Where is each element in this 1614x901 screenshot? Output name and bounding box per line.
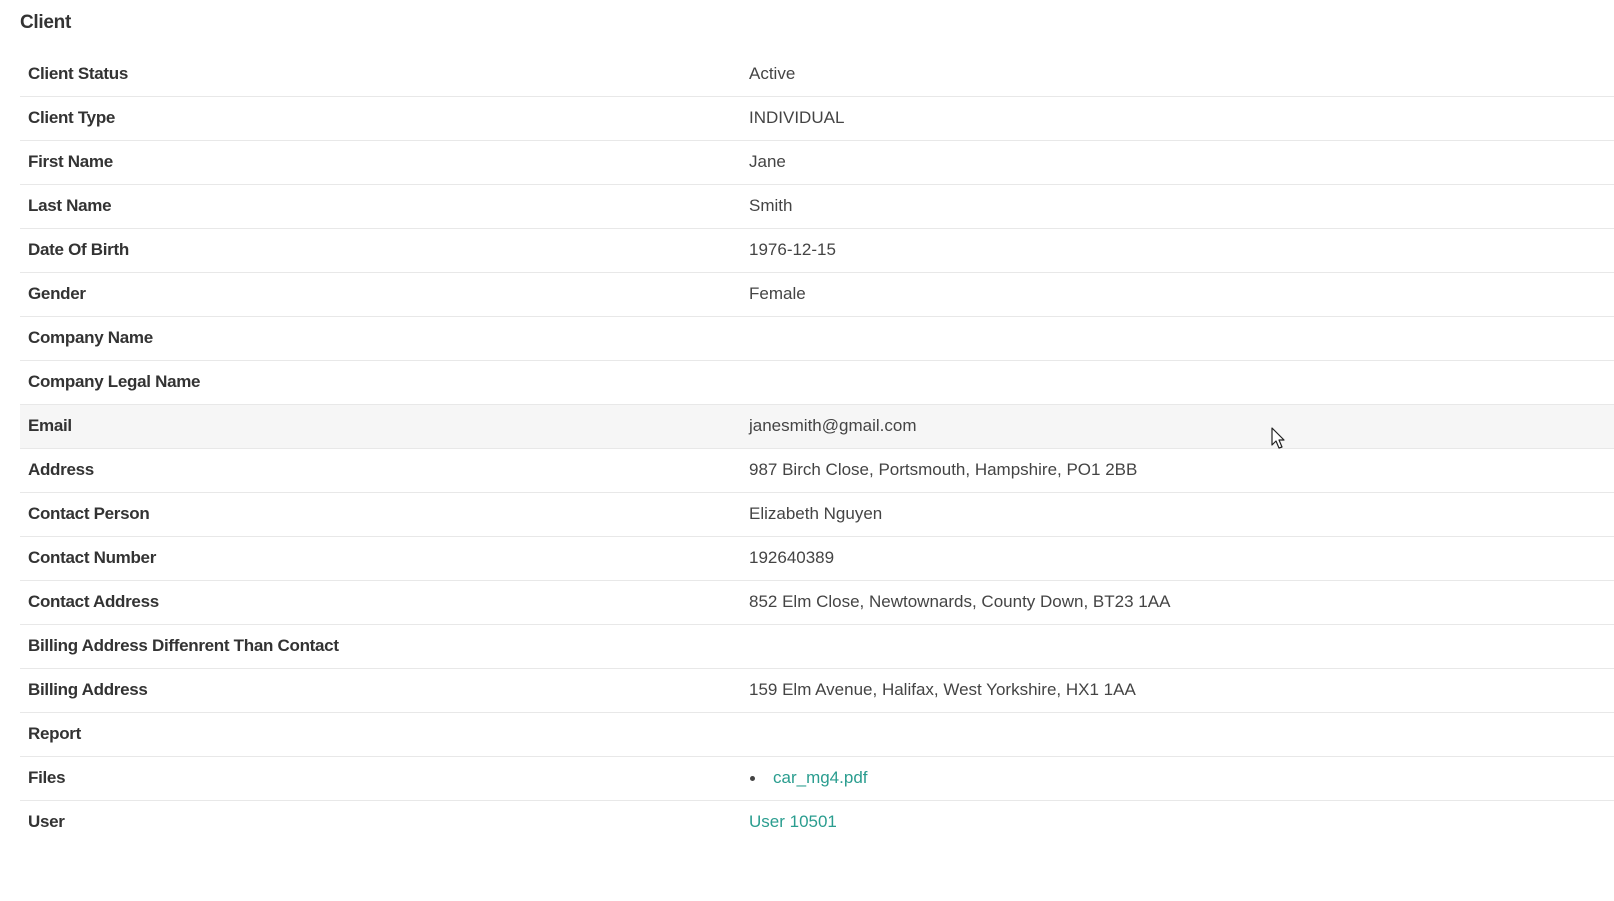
detail-row-report: Report (20, 712, 1614, 757)
user-label: User (28, 812, 65, 832)
first-name-value: Jane (741, 140, 1614, 185)
company-name-value (741, 316, 1614, 361)
detail-row-first-name: First Name Jane (20, 140, 1614, 185)
billing-address-value: 159 Elm Avenue, Halifax, West Yorkshire,… (741, 668, 1614, 713)
section-title: Client (20, 12, 71, 33)
file-list-item: car_mg4.pdf (749, 768, 1606, 788)
files-label: Files (20, 756, 741, 801)
report-label: Report (20, 712, 741, 757)
detail-row-client-type: Client Type INDIVIDUAL (20, 96, 1614, 141)
client-type-label: Client Type (20, 96, 741, 141)
company-name-label: Company Name (20, 316, 741, 361)
date-of-birth-value: 1976-12-15 (741, 228, 1614, 273)
company-legal-name-label: Company Legal Name (20, 360, 741, 405)
contact-address-label: Contact Address (20, 580, 741, 625)
contact-number-label: Contact Number (20, 536, 741, 581)
detail-row-billing-different: Billing Address Diffenrent Than Contact (20, 624, 1614, 669)
detail-row-files: Files car_mg4.pdf (20, 756, 1614, 801)
detail-row-email: Email janesmith@gmail.com (20, 404, 1614, 449)
first-name-label: First Name (20, 140, 741, 185)
detail-row-contact-address: Contact Address 852 Elm Close, Newtownar… (20, 580, 1614, 625)
contact-person-label: Contact Person (20, 492, 741, 537)
detail-row-date-of-birth: Date Of Birth 1976-12-15 (20, 228, 1614, 273)
date-of-birth-label: Date Of Birth (20, 228, 741, 273)
contact-person-value: Elizabeth Nguyen (741, 492, 1614, 537)
detail-row-contact-person: Contact Person Elizabeth Nguyen (20, 492, 1614, 537)
files-value: car_mg4.pdf (741, 756, 1614, 801)
detail-row-gender: Gender Female (20, 272, 1614, 317)
detail-row-contact-number: Contact Number 192640389 (20, 536, 1614, 581)
email-value: janesmith@gmail.com (741, 404, 1614, 449)
email-label: Email (20, 404, 741, 449)
detail-row-address: Address 987 Birch Close, Portsmouth, Ham… (20, 448, 1614, 493)
client-type-value: INDIVIDUAL (741, 96, 1614, 141)
address-label: Address (20, 448, 741, 493)
billing-address-label: Billing Address (20, 668, 741, 713)
contact-number-value: 192640389 (741, 536, 1614, 581)
gender-value: Female (741, 272, 1614, 317)
address-value: 987 Birch Close, Portsmouth, Hampshire, … (741, 448, 1614, 493)
gender-label: Gender (20, 272, 741, 317)
report-value (741, 712, 1614, 757)
mouse-pointer-icon (1271, 427, 1285, 449)
detail-row-company-legal-name: Company Legal Name (20, 360, 1614, 405)
user-value: User 10501 (741, 800, 1614, 844)
client-status-value: Active (741, 52, 1614, 97)
user-link[interactable]: User 10501 (749, 812, 837, 831)
file-list: car_mg4.pdf (749, 768, 1606, 788)
detail-row-client-status: Client Status Active (20, 52, 1614, 97)
billing-different-value (741, 624, 1614, 669)
last-name-label: Last Name (20, 184, 741, 229)
detail-row-company-name: Company Name (20, 316, 1614, 361)
company-legal-name-value (741, 360, 1614, 405)
file-link[interactable]: car_mg4.pdf (773, 768, 868, 787)
billing-different-label: Billing Address Diffenrent Than Contact (20, 624, 741, 669)
detail-row-user: User User 10501 (20, 800, 1614, 844)
contact-address-value: 852 Elm Close, Newtownards, County Down,… (741, 580, 1614, 625)
detail-row-last-name: Last Name Smith (20, 184, 1614, 229)
client-status-label: Client Status (20, 52, 741, 97)
last-name-value: Smith (741, 184, 1614, 229)
detail-row-billing-address: Billing Address 159 Elm Avenue, Halifax,… (20, 668, 1614, 713)
client-detail-table: Client Status Active Client Type INDIVID… (20, 52, 1614, 844)
